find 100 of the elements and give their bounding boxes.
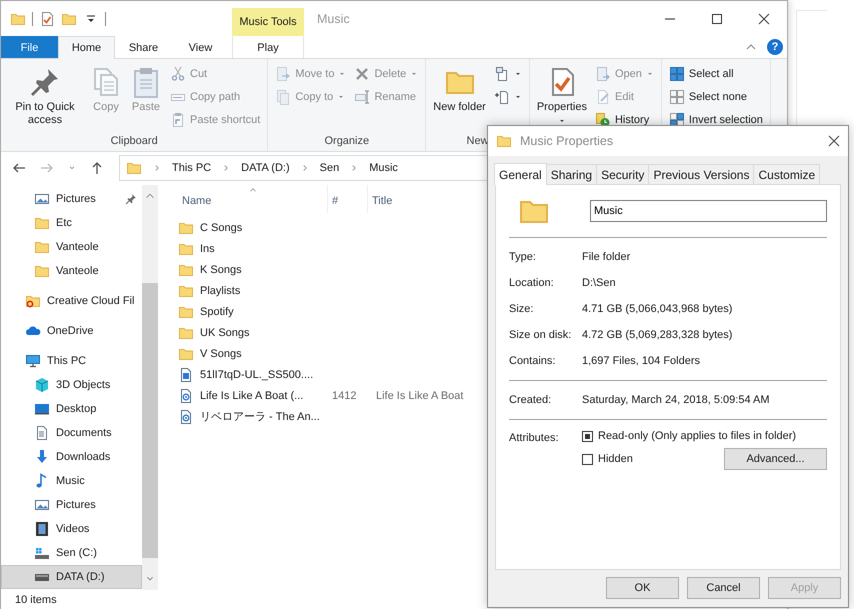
caret-icon (410, 70, 418, 78)
dialog-button[interactable]: Cancel (687, 577, 760, 599)
move-icon (275, 66, 292, 82)
nav-item[interactable]: Etc (1, 211, 142, 235)
file-name[interactable]: K Songs (178, 259, 328, 280)
caret-icon (514, 93, 522, 101)
nav-item[interactable]: Creative Cloud Fil (1, 289, 142, 313)
name-field[interactable]: Music (590, 200, 827, 222)
column-header[interactable]: # (328, 185, 368, 213)
computer-icon (25, 353, 41, 369)
ribbon-tab[interactable]: Share (115, 36, 172, 58)
download-icon (34, 449, 50, 465)
property-value: Saturday, March 24, 2018, 5:09:54 AM (582, 394, 770, 406)
window-title: Music (316, 11, 350, 28)
dialog-title: Music Properties (520, 134, 614, 148)
pin-icon (125, 193, 137, 205)
file-name[interactable]: 51lI7tqD-UL._SS500.... (178, 364, 328, 385)
property-value: 4.71 GB (5,066,043,968 bytes) (582, 303, 732, 315)
paste-shortcut-icon (170, 112, 186, 128)
property-label: Created: (509, 394, 552, 406)
ribbon-tab[interactable]: File (1, 36, 58, 58)
item-count: 10 items (15, 594, 57, 606)
track-title: Life Is Like A Boat (376, 390, 464, 402)
copy-to-icon (275, 89, 292, 105)
scissors-icon (170, 66, 186, 82)
help-button[interactable]: ? (767, 39, 783, 55)
new-item-icon (494, 66, 510, 82)
ribbon-tab[interactable]: View (172, 36, 229, 58)
property-value: 4.72 GB (5,069,283,328 bytes) (582, 329, 732, 341)
property-value: D:\Sen (582, 277, 616, 289)
pictures-icon (34, 497, 50, 513)
ribbon-button[interactable]: New folder (430, 63, 489, 117)
advanced-button[interactable]: Advanced... (724, 448, 827, 470)
rename-icon (354, 89, 370, 105)
ribbon-button[interactable]: Select none (666, 86, 766, 108)
nav-item[interactable]: DATA (D:) (1, 565, 142, 589)
dialog-button[interactable]: OK (606, 577, 679, 599)
ribbon-button[interactable]: Select all (666, 63, 766, 85)
nav-item[interactable]: Downloads (1, 445, 142, 469)
select-none-icon (668, 89, 685, 105)
file-name[interactable]: Spotify (178, 301, 328, 322)
nav-item[interactable]: Pictures (1, 187, 142, 211)
image-file-icon (178, 366, 194, 382)
dialog-tab[interactable]: Security (596, 164, 650, 184)
caret-icon (646, 70, 654, 78)
property-label: Size: (509, 303, 534, 315)
file-name[interactable]: V Songs (178, 343, 328, 364)
select-all-icon (668, 66, 685, 82)
close-icon[interactable] (756, 10, 772, 26)
column-header[interactable]: Name (178, 185, 328, 213)
track-number: 1412 (332, 390, 356, 402)
folder-icon (126, 160, 142, 176)
caret-icon (337, 93, 346, 101)
delete-icon (354, 66, 370, 82)
nav-item[interactable]: Pictures (1, 493, 142, 517)
close-icon[interactable] (826, 133, 842, 149)
checkbox[interactable]: Hidden (582, 448, 724, 470)
nav-item[interactable]: Music (1, 469, 142, 493)
nav-item[interactable]: Sen (C:) (1, 541, 142, 565)
file-name[interactable]: UK Songs (178, 322, 328, 343)
folder-icon (34, 215, 50, 231)
breadcrumb[interactable]: Sen (320, 162, 340, 174)
documents-icon (34, 425, 50, 441)
file-name[interactable]: Playlists (178, 280, 328, 301)
property-value: File folder (582, 251, 630, 263)
ribbon-tab[interactable]: Home (58, 36, 115, 59)
file-name[interactable]: Ins (178, 238, 328, 259)
scrollbar[interactable] (142, 185, 158, 590)
nav-item[interactable]: Vanteole (1, 235, 142, 259)
open-icon (594, 66, 611, 82)
group-label: Clipboard (110, 135, 158, 147)
nav-item[interactable]: OneDrive (1, 319, 142, 343)
nav-item[interactable]: This PC (1, 349, 142, 373)
folder-icon (496, 133, 512, 149)
dialog-tab[interactable]: General (494, 163, 547, 185)
nav-item[interactable]: 3D Objects (1, 373, 142, 397)
nav-item[interactable]: Desktop (1, 397, 142, 421)
group-label: Organize (324, 135, 370, 147)
pictures-icon (34, 191, 50, 207)
dialog-tab[interactable]: Sharing (546, 164, 598, 184)
file-name[interactable]: Life Is Like A Boat (... (178, 385, 328, 406)
folder-icon (34, 239, 50, 255)
ribbon-button[interactable]: Pin to Quick access (5, 63, 85, 130)
breadcrumb[interactable]: DATA (D:) (241, 162, 290, 174)
nav-item[interactable]: Documents (1, 421, 142, 445)
properties-icon[interactable] (39, 10, 55, 26)
checkbox[interactable]: Read-only (Only applies to files in folder) (582, 430, 827, 442)
caret-icon (514, 70, 522, 78)
nav-item[interactable]: Videos (1, 517, 142, 541)
dialog-tab[interactable]: Customize (753, 164, 820, 184)
property-value: 1,697 Files, 104 Folders (582, 355, 700, 367)
nav-item[interactable]: Vanteole (1, 259, 142, 283)
property-label: Size on disk: (509, 329, 572, 341)
creative-cloud-folder-icon (25, 293, 41, 309)
property-label: Contains: (509, 355, 556, 367)
breadcrumb[interactable]: This PC (172, 162, 212, 174)
file-name[interactable]: リベロアーラ - The An... (178, 406, 328, 427)
file-name[interactable]: C Songs (178, 217, 328, 238)
audio-file-icon (178, 388, 194, 404)
breadcrumb[interactable]: Music (369, 162, 398, 174)
